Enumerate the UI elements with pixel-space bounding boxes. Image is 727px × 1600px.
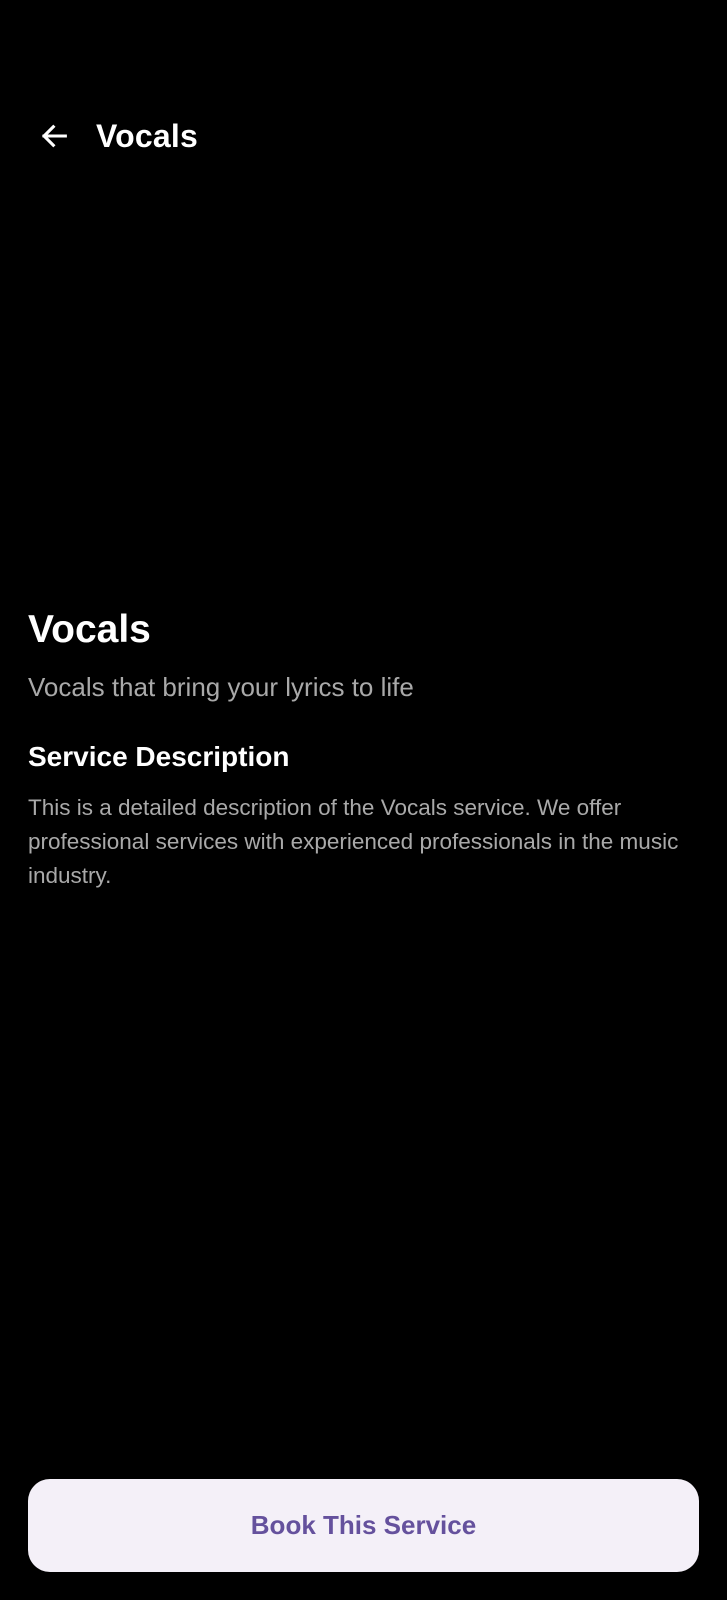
service-description-text: This is a detailed description of the Vo… [28,795,679,888]
service-tagline: Vocals that bring your lyrics to life [28,672,414,702]
book-service-button[interactable]: Book This Service [28,1479,699,1572]
app-bar: Vocals [0,108,727,164]
page-title: Vocals [96,118,198,154]
service-description-heading: Service Description [28,741,290,772]
service-title: Vocals [28,608,151,651]
service-details: Vocals Vocals that bring your lyrics to … [28,606,708,893]
arrow-left-icon [37,119,71,153]
back-button[interactable] [30,114,78,158]
